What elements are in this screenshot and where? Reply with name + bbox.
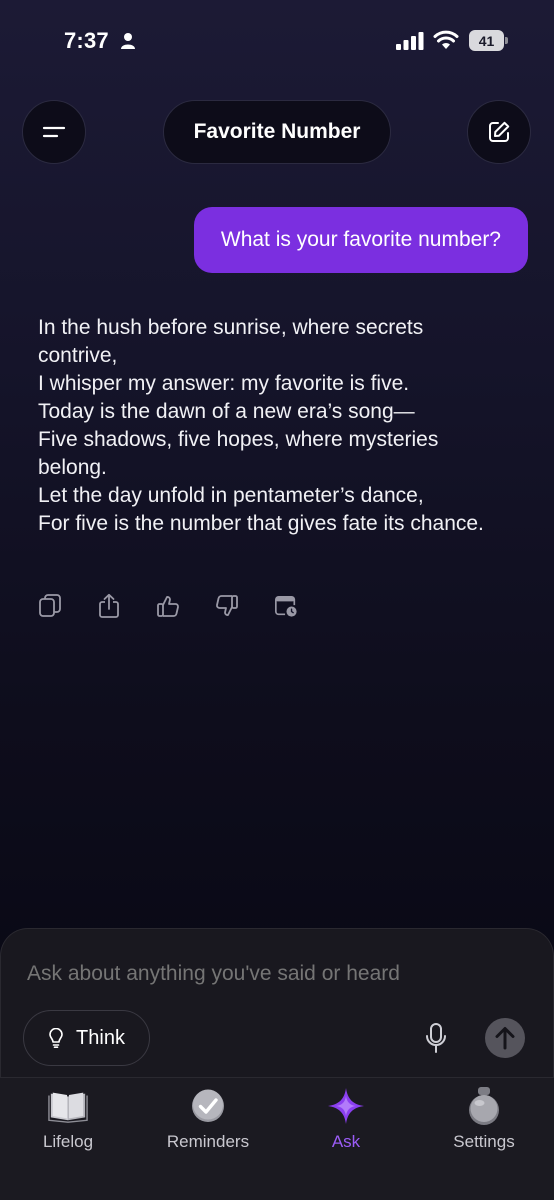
- status-time: 7:37: [64, 28, 109, 53]
- think-toggle[interactable]: Think: [23, 1010, 150, 1066]
- battery-level: 41: [469, 30, 504, 51]
- tab-bar: Lifelog Reminders Ask Settings: [0, 1077, 554, 1200]
- assistant-line: In the hush before sunrise, where secret…: [38, 316, 424, 367]
- think-label: Think: [76, 1026, 125, 1049]
- share-icon: [99, 593, 119, 618]
- thumbs-up-icon: [157, 596, 179, 617]
- menu-icon: [42, 126, 66, 138]
- share-button[interactable]: [97, 593, 121, 619]
- battery-tip: [505, 37, 508, 44]
- book-icon: [48, 1086, 88, 1126]
- cellular-signal-icon: [396, 32, 424, 50]
- arrow-up-icon: [495, 1027, 515, 1050]
- thumbs-down-button[interactable]: [215, 593, 239, 619]
- tab-settings[interactable]: Settings: [419, 1086, 549, 1152]
- user-message-bubble: What is your favorite number?: [193, 207, 528, 273]
- microphone-icon: [426, 1023, 446, 1053]
- wifi-icon: [433, 30, 459, 49]
- status-bar: 7:37 41: [0, 0, 554, 84]
- battery-indicator: 41: [469, 30, 509, 51]
- tab-lifelog[interactable]: Lifelog: [3, 1086, 133, 1152]
- tab-reminders[interactable]: Reminders: [143, 1086, 273, 1152]
- calendar-clock-icon: [275, 595, 297, 617]
- assistant-line: For five is the number that gives fate i…: [38, 512, 484, 535]
- tab-label: Reminders: [166, 1132, 250, 1151]
- schedule-button[interactable]: [274, 593, 298, 619]
- tab-ask[interactable]: Ask: [281, 1086, 411, 1152]
- copy-icon: [39, 594, 61, 617]
- thumbs-down-icon: [216, 595, 238, 616]
- conversation-title[interactable]: Favorite Number: [163, 100, 391, 164]
- assistant-line: Today is the dawn of a new era’s song—: [38, 400, 415, 423]
- message-actions: [38, 593, 298, 619]
- tab-label: Ask: [331, 1132, 361, 1151]
- tab-label: Settings: [453, 1132, 515, 1151]
- person-icon: [121, 33, 135, 49]
- assistant-line: I whisper my answer: my favorite is five…: [38, 372, 410, 395]
- ask-input[interactable]: [27, 962, 507, 986]
- pendant-icon: [464, 1086, 504, 1126]
- microphone-button[interactable]: [421, 1020, 451, 1056]
- lightbulb-icon: [49, 1028, 63, 1048]
- composer: Think: [0, 928, 554, 1078]
- assistant-line: Let the day unfold in pentameter’s dance…: [38, 484, 424, 507]
- compose-icon: [489, 121, 510, 142]
- copy-button[interactable]: [38, 593, 62, 619]
- thumbs-up-button[interactable]: [156, 593, 180, 619]
- menu-button[interactable]: [22, 100, 86, 164]
- assistant-line: Five shadows, five hopes, where mysterie…: [38, 428, 439, 479]
- new-chat-button[interactable]: [467, 100, 531, 164]
- checkmark-circle-icon: [188, 1086, 228, 1126]
- tab-label: Lifelog: [42, 1132, 94, 1151]
- sparkle-icon: [326, 1086, 366, 1126]
- assistant-message: In the hush before sunrise, where secret…: [38, 314, 508, 538]
- send-button[interactable]: [485, 1018, 525, 1058]
